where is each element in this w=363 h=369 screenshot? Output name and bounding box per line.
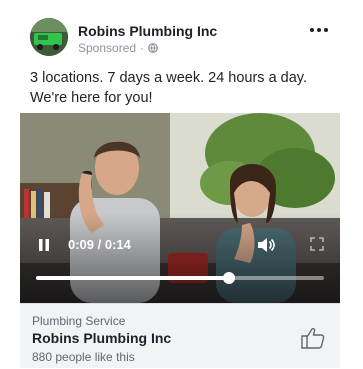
video-time: 0:09 / 0:14	[68, 237, 131, 252]
more-options-icon[interactable]	[310, 26, 328, 34]
video-controls: 0:09 / 0:14	[20, 113, 340, 303]
page-name-link[interactable]: Robins Plumbing Inc	[78, 23, 217, 39]
page-category: Plumbing Service	[32, 314, 126, 328]
sponsored-label[interactable]: Sponsored	[78, 41, 136, 55]
avatar-image	[30, 18, 68, 56]
volume-icon[interactable]	[256, 236, 276, 254]
video-player[interactable]: 0:09 / 0:14	[20, 113, 340, 303]
post-text: 3 locations. 7 days a week. 24 hours a d…	[30, 70, 308, 106]
post-header: Robins Plumbing Inc Sponsored ·	[18, 8, 342, 58]
sponsored-post-card: Robins Plumbing Inc Sponsored · 3 locati…	[18, 8, 342, 368]
meta-separator: ·	[140, 41, 145, 55]
page-footer[interactable]: Plumbing Service Robins Plumbing Inc 880…	[20, 303, 340, 368]
globe-icon	[148, 43, 158, 53]
post-meta: Sponsored ·	[78, 41, 158, 55]
page-likes-count: 880 people like this	[32, 350, 135, 364]
footer-page-name[interactable]: Robins Plumbing Inc	[32, 330, 171, 346]
video-progress-bar[interactable]	[36, 272, 324, 284]
page-avatar[interactable]	[30, 18, 68, 56]
video-progress-fill	[36, 276, 229, 280]
pause-icon[interactable]	[36, 237, 52, 253]
fullscreen-icon[interactable]	[310, 237, 324, 251]
thumbs-up-icon[interactable]	[300, 326, 326, 350]
video-progress-handle[interactable]	[222, 272, 235, 284]
